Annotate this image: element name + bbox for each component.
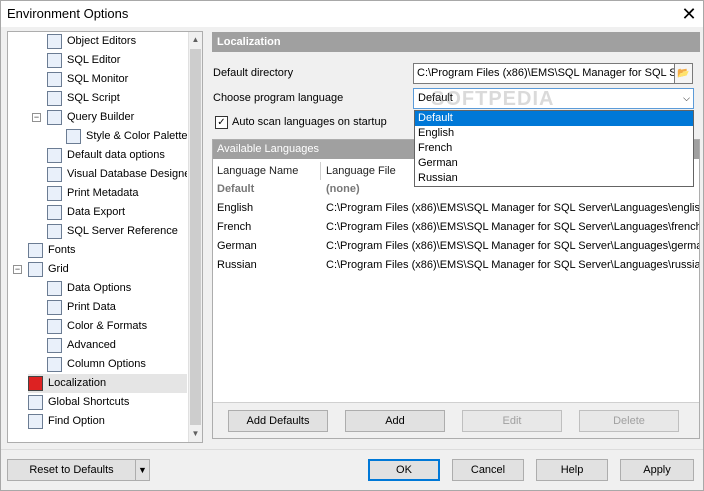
chevron-down-icon[interactable]: ⌵ xyxy=(683,89,690,108)
tree-item-default-data-options[interactable]: Default data options xyxy=(47,146,187,165)
localization-flag-icon xyxy=(28,376,43,391)
footer-divider xyxy=(1,449,703,450)
palette-icon xyxy=(66,129,81,144)
tree-item-sql-script[interactable]: SQL Script xyxy=(47,89,187,108)
tree-item-print-data[interactable]: Print Data xyxy=(47,298,187,317)
tree-item-find-option[interactable]: Find Option xyxy=(28,412,187,431)
languages-table: Default (none) English C:\Program Files (x… xyxy=(213,180,699,275)
options-tree[interactable]: Object Editors SQL Editor SQL Monitor SQ… xyxy=(7,31,203,443)
ok-button[interactable]: OK xyxy=(368,459,440,481)
edit-button[interactable]: Edit xyxy=(462,410,562,432)
grid-data-options-icon xyxy=(47,281,62,296)
default-directory-label: Default directory xyxy=(213,67,294,79)
language-label: Choose program language xyxy=(213,92,344,104)
title-bar: Environment Options ✕ xyxy=(1,1,703,27)
cancel-button[interactable]: Cancel xyxy=(452,459,524,481)
reset-dropdown-chevron-down-icon[interactable]: ▼ xyxy=(135,459,150,481)
query-builder-icon xyxy=(47,110,62,125)
fonts-icon xyxy=(28,243,43,258)
tree-item-sql-server-reference[interactable]: SQL Server Reference xyxy=(47,222,187,241)
table-row[interactable]: English C:\Program Files (x86)\EMS\SQL Ma… xyxy=(213,199,699,218)
tree-item-data-export[interactable]: Data Export xyxy=(47,203,187,222)
option-french[interactable]: French xyxy=(415,141,693,156)
tree-item-column-options[interactable]: Column Options xyxy=(47,355,187,374)
tree-item-grid-data-options[interactable]: Data Options xyxy=(47,279,187,298)
tree-item-style-palette[interactable]: Style & Color Palette xyxy=(66,127,187,146)
help-button[interactable]: Help xyxy=(536,459,608,481)
option-english[interactable]: English xyxy=(415,126,693,141)
option-german[interactable]: German xyxy=(415,156,693,171)
object-editors-icon xyxy=(47,34,62,49)
scroll-down-arrow-icon[interactable]: ▼ xyxy=(188,426,202,442)
designer-icon xyxy=(47,167,62,182)
data-options-icon xyxy=(47,148,62,163)
autoscan-label: Auto scan languages on startup xyxy=(232,116,387,128)
language-dropdown-list[interactable]: Default English French German Russian xyxy=(414,110,694,187)
tree-item-sql-editor[interactable]: SQL Editor xyxy=(47,51,187,70)
tree-item-print-metadata[interactable]: Print Metadata xyxy=(47,184,187,203)
column-header-name[interactable]: Language Name xyxy=(217,162,321,180)
table-row[interactable]: German C:\Program Files (x86)\EMS\SQL Man… xyxy=(213,237,699,256)
tree-item-sql-monitor[interactable]: SQL Monitor xyxy=(47,70,187,89)
add-defaults-button[interactable]: Add Defaults xyxy=(228,410,328,432)
add-button[interactable]: Add xyxy=(345,410,445,432)
tree-item-object-editors[interactable]: Object Editors xyxy=(47,32,187,51)
delete-button[interactable]: Delete xyxy=(579,410,679,432)
section-title: Localization xyxy=(212,32,700,52)
option-default[interactable]: Default xyxy=(415,111,693,126)
shortcuts-icon xyxy=(28,395,43,410)
tree-item-fonts[interactable]: Fonts xyxy=(28,241,187,260)
tree-item-color-formats[interactable]: Color & Formats xyxy=(47,317,187,336)
languages-button-bar: Add Defaults Add Edit Delete xyxy=(213,402,699,438)
autoscan-checkbox[interactable]: ✓ xyxy=(215,116,228,129)
table-row[interactable]: Russian C:\Program Files (x86)\EMS\SQL Ma… xyxy=(213,256,699,275)
tree-scroll-thumb[interactable] xyxy=(190,49,201,425)
column-header-file[interactable]: Language File xyxy=(326,162,396,180)
scroll-up-arrow-icon[interactable]: ▲ xyxy=(188,32,202,48)
tree-item-grid[interactable]: Grid xyxy=(28,260,187,279)
collapse-grid-button[interactable]: − xyxy=(13,265,22,274)
reference-icon xyxy=(47,224,62,239)
tree-item-query-builder[interactable]: Query Builder xyxy=(47,108,187,127)
tree-item-advanced[interactable]: Advanced xyxy=(47,336,187,355)
watermark: SOFTPEDIA xyxy=(431,88,555,110)
sql-monitor-icon xyxy=(47,72,62,87)
find-icon xyxy=(28,414,43,429)
tree-item-visual-designer[interactable]: Visual Database Designer xyxy=(47,165,187,184)
option-russian[interactable]: Russian xyxy=(415,171,693,186)
sql-editor-icon xyxy=(47,53,62,68)
tree-item-localization[interactable]: Localization xyxy=(28,374,187,393)
print-data-icon xyxy=(47,300,62,315)
reset-defaults-button[interactable]: Reset to Defaults xyxy=(7,459,136,481)
sql-script-icon xyxy=(47,91,62,106)
collapse-query-builder-button[interactable]: − xyxy=(32,113,41,122)
print-icon xyxy=(47,186,62,201)
close-button[interactable]: ✕ xyxy=(676,2,702,26)
tree-item-global-shortcuts[interactable]: Global Shortcuts xyxy=(28,393,187,412)
grid-icon xyxy=(28,262,43,277)
apply-button[interactable]: Apply xyxy=(620,459,694,481)
export-icon xyxy=(47,205,62,220)
table-row[interactable]: French C:\Program Files (x86)\EMS\SQL Man… xyxy=(213,218,699,237)
column-options-icon xyxy=(47,357,62,372)
default-directory-field[interactable]: C:\Program Files (x86)\EMS\SQL Manager f… xyxy=(413,63,681,84)
color-formats-icon xyxy=(47,319,62,334)
window-title: Environment Options xyxy=(7,6,129,21)
advanced-icon xyxy=(47,338,62,353)
browse-folder-icon[interactable]: 📂 xyxy=(674,63,693,84)
